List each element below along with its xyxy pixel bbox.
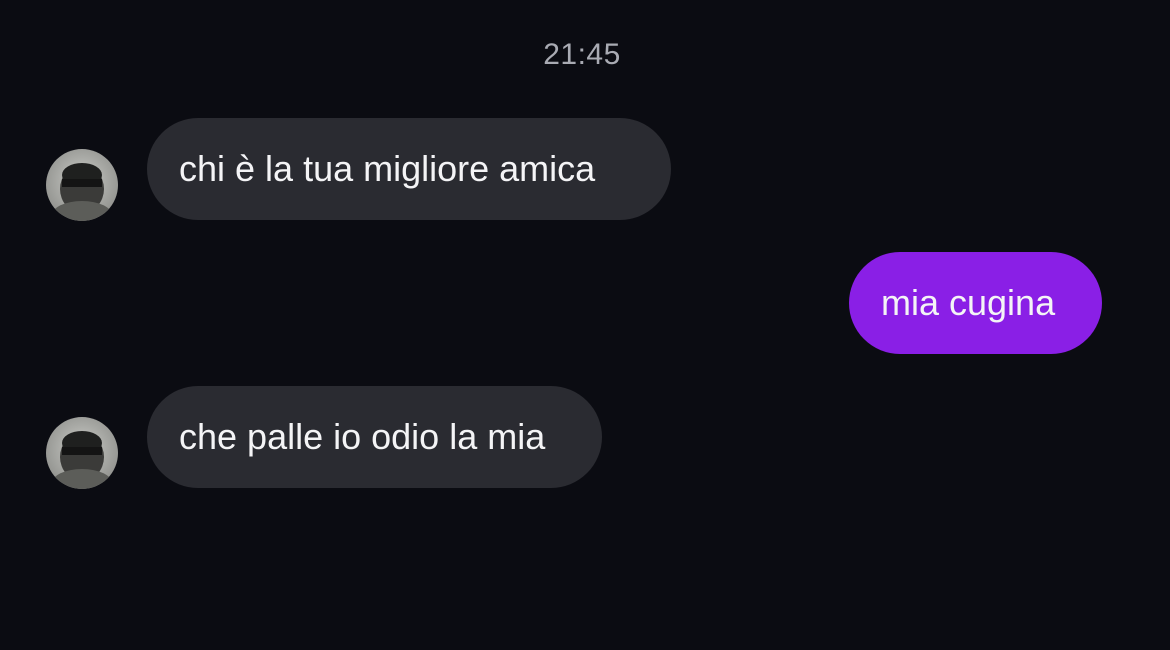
incoming-message-bubble[interactable]: chi è la tua migliore amica	[147, 118, 671, 220]
avatar-photo-icon	[52, 163, 112, 221]
contact-avatar[interactable]	[46, 417, 118, 489]
message-timestamp: 21:45	[543, 38, 621, 71]
contact-avatar[interactable]	[46, 149, 118, 221]
outgoing-message-bubble[interactable]: mia cugina	[849, 252, 1102, 354]
incoming-message-bubble[interactable]: che palle io odio la mia	[147, 386, 602, 488]
avatar-photo-icon	[52, 431, 112, 489]
